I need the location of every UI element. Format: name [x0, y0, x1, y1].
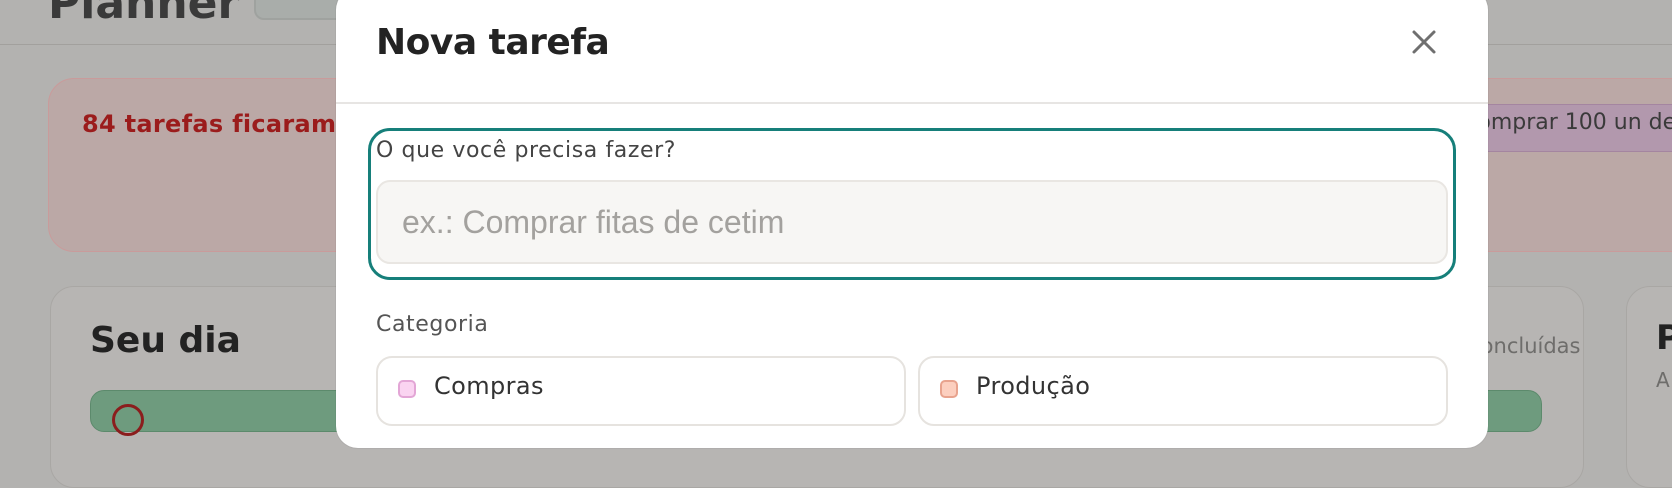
category-swatch	[940, 380, 958, 398]
category-option-label: Produção	[976, 372, 1091, 400]
task-input[interactable]	[376, 180, 1448, 264]
side-card-subtitle: A	[1656, 368, 1670, 392]
modal-header: Nova tarefa	[336, 0, 1488, 104]
overdue-alert-text: 84 tarefas ficaram	[82, 110, 337, 138]
close-button[interactable]	[1400, 18, 1448, 66]
app-title: Planner	[48, 0, 240, 29]
day-card-title: Seu dia	[90, 320, 241, 361]
close-icon	[1412, 30, 1436, 54]
modal-title: Nova tarefa	[376, 22, 610, 63]
category-swatch	[398, 380, 416, 398]
category-option-producao[interactable]: Produção	[918, 356, 1448, 426]
category-option-label: Compras	[434, 372, 544, 400]
overdue-task-chip-text: Comprar 100 un de	[1462, 110, 1672, 135]
task-status-circle	[112, 404, 144, 436]
new-task-modal: Nova tarefa O que você precisa fazer? Ca…	[336, 0, 1488, 448]
category-option-compras[interactable]: Compras	[376, 356, 906, 426]
task-field-label: O que você precisa fazer?	[376, 138, 677, 163]
side-card-title: P	[1656, 318, 1672, 358]
category-label: Categoria	[376, 312, 489, 337]
